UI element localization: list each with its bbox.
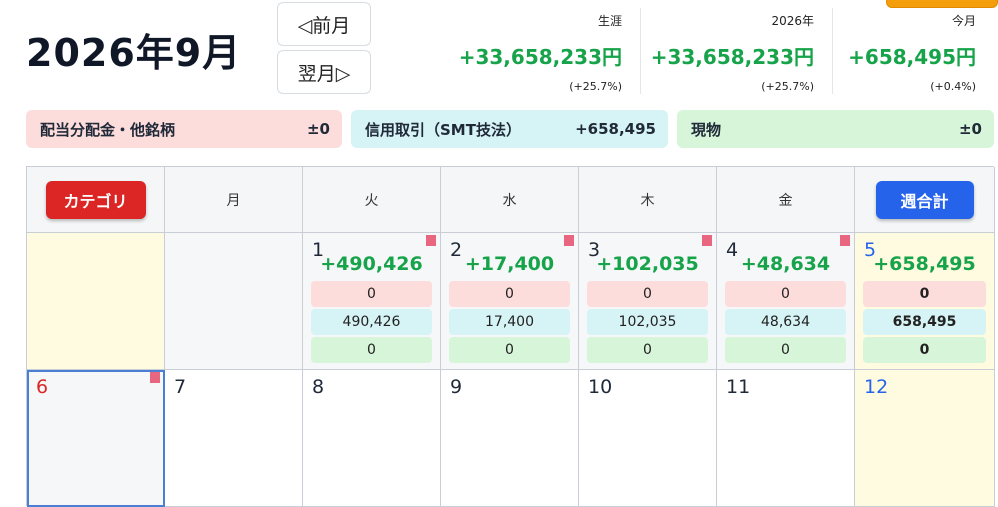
category-spot[interactable]: 現物 ±0 [677,110,994,148]
margin-amount: 490,426 [311,309,432,335]
summary-lifetime: 生涯 +33,658,233円 (+25.7%) [452,6,622,94]
summary-year: 2026年 +33,658,233円 (+25.7%) [644,6,814,94]
calendar-day-1[interactable]: 1 +490,426 0 490,426 0 [303,233,441,370]
summary-percent: (+25.7%) [569,80,622,93]
summary-label: 2026年 [771,14,814,28]
day-number: 9 [450,376,463,398]
category-name: 信用取引（SMT技法） [365,120,521,139]
flag-marker-icon [150,372,160,383]
dividend-amount: 0 [863,281,986,307]
day-total: +17,400 [464,253,555,275]
calendar-header-category: カテゴリ [27,167,165,233]
weekday-header-thu: 木 [579,167,717,233]
margin-amount: 48,634 [725,309,846,335]
spot-amount: 0 [449,337,570,363]
calendar-cell-empty [165,233,303,370]
summary-percent: (+25.7%) [761,80,814,93]
dividend-amount: 0 [311,281,432,307]
calendar-day-8[interactable]: 8 [303,370,441,507]
calendar-day-6[interactable]: 6 [27,370,165,507]
day-total: +102,035 [596,253,699,275]
dividend-amount: 0 [587,281,708,307]
calendar-day-4[interactable]: 4 +48,634 0 48,634 0 [717,233,855,370]
summary-divider [640,8,641,94]
summary-value: +33,658,233円 [458,45,622,69]
calendar-day-3[interactable]: 3 +102,035 0 102,035 0 [579,233,717,370]
calendar-day-10[interactable]: 10 [579,370,717,507]
weekday-header-tue: 火 [303,167,441,233]
category-dividend[interactable]: 配当分配金・他銘柄 ±0 [26,110,342,148]
day-number: 6 [36,376,49,398]
day-number: 11 [726,376,751,398]
weekday-header-fri: 金 [717,167,855,233]
category-margin[interactable]: 信用取引（SMT技法） +658,495 [351,110,668,148]
flag-marker-icon [702,235,712,246]
prev-month-button[interactable]: ◁前月 [277,2,371,46]
day-total: +490,426 [320,253,423,275]
category-value: ±0 [306,120,330,138]
spot-amount: 0 [311,337,432,363]
category-value: ±0 [958,120,982,138]
summary-percent: (+0.4%) [930,80,976,93]
spot-amount: 0 [587,337,708,363]
weekly-total-button[interactable]: 週合計 [875,180,974,219]
summary-divider [832,8,833,94]
summary-value: +33,658,233円 [650,45,814,69]
week-total: +658,495 [873,253,976,275]
margin-amount: 17,400 [449,309,570,335]
day-number: 10 [588,376,613,398]
calendar-grid: カテゴリ 月 火 水 木 金 週合計 1 +490,426 0 490,426 … [26,166,995,507]
calendar-day-11[interactable]: 11 [717,370,855,507]
margin-amount: 102,035 [587,309,708,335]
day-total: +48,634 [740,253,831,275]
day-number: 8 [312,376,325,398]
category-name: 配当分配金・他銘柄 [40,120,176,139]
day-number: 12 [864,376,889,398]
calendar-cell-empty [27,233,165,370]
category-value: +658,495 [575,120,656,138]
calendar-day-2[interactable]: 2 +17,400 0 17,400 0 [441,233,579,370]
weekday-header-wed: 水 [441,167,579,233]
flag-marker-icon [840,235,850,246]
summary-label: 生涯 [597,14,622,28]
margin-amount: 658,495 [863,309,986,335]
dividend-amount: 0 [449,281,570,307]
flag-marker-icon [564,235,574,246]
spot-amount: 0 [725,337,846,363]
calendar-header-week: 週合計 [855,167,995,233]
summary-label: 今月 [951,14,976,28]
dividend-amount: 0 [725,281,846,307]
calendar-day-5-week-total[interactable]: 5 +658,495 0 658,495 0 [855,233,995,370]
calendar-day-12[interactable]: 12 [855,370,995,507]
calendar-day-7[interactable]: 7 [165,370,303,507]
summary-month: 今月 +658,495円 (+0.4%) [836,6,976,94]
weekday-header-mon: 月 [165,167,303,233]
summary-value: +658,495円 [848,45,976,69]
flag-marker-icon [426,235,436,246]
page-title: 2026年9月 [26,31,242,75]
category-name: 現物 [691,120,722,139]
calendar-day-9[interactable]: 9 [441,370,579,507]
next-month-button[interactable]: 翌月▷ [277,50,371,94]
spot-amount: 0 [863,337,986,363]
day-number: 7 [174,376,187,398]
category-button[interactable]: カテゴリ [45,180,146,219]
